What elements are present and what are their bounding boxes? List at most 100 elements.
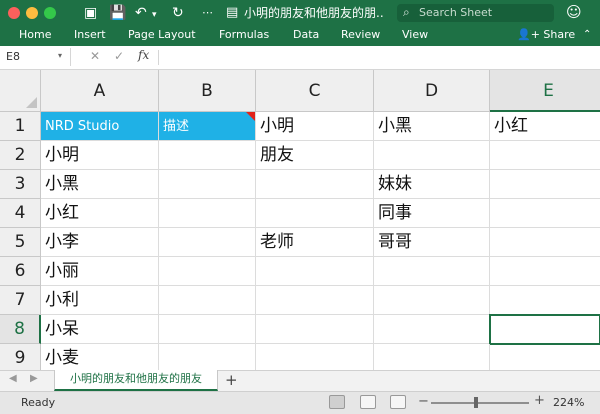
cell-a7[interactable]: 小利 <box>41 286 159 315</box>
search-sheet-input[interactable]: ⌕ Search Sheet <box>397 4 554 22</box>
cell-b9[interactable] <box>159 344 256 370</box>
cell-e2[interactable] <box>490 141 600 170</box>
cell-e7[interactable] <box>490 286 600 315</box>
cell-b4[interactable] <box>159 199 256 228</box>
cell-b6[interactable] <box>159 257 256 286</box>
cell-b1-text: 描述 <box>163 119 190 134</box>
row-header-8[interactable]: 8 <box>0 315 41 344</box>
cell-c3[interactable] <box>256 170 374 199</box>
row-header-9[interactable]: 9 <box>0 344 41 370</box>
save-icon[interactable]: 💾 <box>109 4 126 22</box>
collapse-ribbon-chevron-icon[interactable]: ⌃ <box>583 27 591 43</box>
row-header-5[interactable]: 5 <box>0 228 41 257</box>
cell-a1[interactable]: NRD Studio <box>41 112 159 141</box>
cell-d3[interactable]: 妹妹 <box>374 170 490 199</box>
page-break-view-icon[interactable] <box>390 395 406 409</box>
cell-b1[interactable]: 描述 <box>159 112 256 141</box>
next-sheet-icon[interactable]: ▶ <box>30 373 38 384</box>
insert-function-icon[interactable]: fx <box>138 48 149 62</box>
comment-indicator-icon[interactable] <box>246 112 255 121</box>
cell-e6[interactable] <box>490 257 600 286</box>
share-button[interactable]: 👤+ Share <box>517 27 575 43</box>
cell-c9[interactable] <box>256 344 374 370</box>
tab-review[interactable]: Review <box>341 27 380 43</box>
window-title: 小明的朋友和他朋友的朋... <box>244 6 384 20</box>
zoom-slider-thumb[interactable] <box>474 397 478 408</box>
minimize-window-button[interactable] <box>26 7 38 19</box>
undo-dropdown-icon[interactable]: ▾ <box>152 6 157 24</box>
cell-e4[interactable] <box>490 199 600 228</box>
tab-insert[interactable]: Insert <box>74 27 106 43</box>
column-header-b[interactable]: B <box>159 70 256 112</box>
cell-d6[interactable] <box>374 257 490 286</box>
cell-a9[interactable]: 小麦 <box>41 344 159 370</box>
cell-d4[interactable]: 同事 <box>374 199 490 228</box>
select-all-corner[interactable] <box>0 70 41 112</box>
confirm-entry-icon[interactable]: ✓ <box>114 49 124 63</box>
column-header-c[interactable]: C <box>256 70 374 112</box>
cell-e3[interactable] <box>490 170 600 199</box>
tab-formulas[interactable]: Formulas <box>219 27 269 43</box>
row-header-7[interactable]: 7 <box>0 286 41 315</box>
row-header-6[interactable]: 6 <box>0 257 41 286</box>
cell-d9[interactable] <box>374 344 490 370</box>
cell-c4[interactable] <box>256 199 374 228</box>
column-header-a[interactable]: A <box>41 70 159 112</box>
row-header-3[interactable]: 3 <box>0 170 41 199</box>
zoom-out-button[interactable]: − <box>418 394 429 409</box>
tab-data[interactable]: Data <box>293 27 319 43</box>
zoom-window-button[interactable] <box>44 7 56 19</box>
undo-icon[interactable]: ↶ <box>135 4 147 22</box>
cell-a2[interactable]: 小明 <box>41 141 159 170</box>
cell-e9[interactable] <box>490 344 600 370</box>
row-header-1[interactable]: 1 <box>0 112 41 141</box>
sidebar-toggle-icon[interactable]: ▣ <box>84 4 97 22</box>
cell-c6[interactable] <box>256 257 374 286</box>
cell-d7[interactable] <box>374 286 490 315</box>
cell-b2[interactable] <box>159 141 256 170</box>
cell-a8[interactable]: 小呆 <box>41 315 159 344</box>
zoom-slider[interactable] <box>431 402 529 404</box>
cell-e5[interactable] <box>490 228 600 257</box>
spreadsheet-grid: A B C D E 1 2 3 4 5 6 7 8 9 NRD Studio 描… <box>0 70 600 370</box>
cell-c8[interactable] <box>256 315 374 344</box>
cell-a6[interactable]: 小丽 <box>41 257 159 286</box>
cell-b3[interactable] <box>159 170 256 199</box>
cell-c5[interactable]: 老师 <box>256 228 374 257</box>
prev-sheet-icon[interactable]: ◀ <box>9 373 17 384</box>
cell-e1[interactable]: 小红 <box>490 112 600 141</box>
cell-d8[interactable] <box>374 315 490 344</box>
column-header-e[interactable]: E <box>490 70 600 112</box>
column-header-d[interactable]: D <box>374 70 490 112</box>
cell-b7[interactable] <box>159 286 256 315</box>
page-layout-view-icon[interactable] <box>360 395 376 409</box>
cell-b5[interactable] <box>159 228 256 257</box>
cell-e8-selected[interactable] <box>489 314 600 345</box>
name-box-dropdown-icon[interactable]: ▾ <box>58 51 62 60</box>
zoom-in-button[interactable]: + <box>534 393 545 408</box>
cell-c7[interactable] <box>256 286 374 315</box>
cell-b8[interactable] <box>159 315 256 344</box>
feedback-smiley-icon[interactable]: ☺ <box>566 3 582 21</box>
cell-a5[interactable]: 小李 <box>41 228 159 257</box>
row-header-2[interactable]: 2 <box>0 141 41 170</box>
cell-d2[interactable] <box>374 141 490 170</box>
normal-view-icon[interactable] <box>329 395 345 409</box>
cell-c2[interactable]: 朋友 <box>256 141 374 170</box>
cell-d5[interactable]: 哥哥 <box>374 228 490 257</box>
row-header-4[interactable]: 4 <box>0 199 41 228</box>
add-sheet-button[interactable]: + <box>225 371 238 389</box>
tab-page-layout[interactable]: Page Layout <box>128 27 196 43</box>
cell-a4[interactable]: 小红 <box>41 199 159 228</box>
close-window-button[interactable] <box>8 7 20 19</box>
more-tools-icon[interactable]: ⋯ <box>202 4 213 22</box>
cell-c1[interactable]: 小明 <box>256 112 374 141</box>
tab-home[interactable]: Home <box>19 27 51 43</box>
redo-icon[interactable]: ↻ <box>172 4 184 22</box>
cancel-entry-icon[interactable]: ✕ <box>90 49 100 63</box>
tab-view[interactable]: View <box>402 27 428 43</box>
sheet-tab-active[interactable]: 小明的朋友和他朋友的朋友 <box>54 370 218 391</box>
name-box[interactable]: E8 ▾ <box>0 48 71 66</box>
cell-d1[interactable]: 小黑 <box>374 112 490 141</box>
cell-a3[interactable]: 小黑 <box>41 170 159 199</box>
